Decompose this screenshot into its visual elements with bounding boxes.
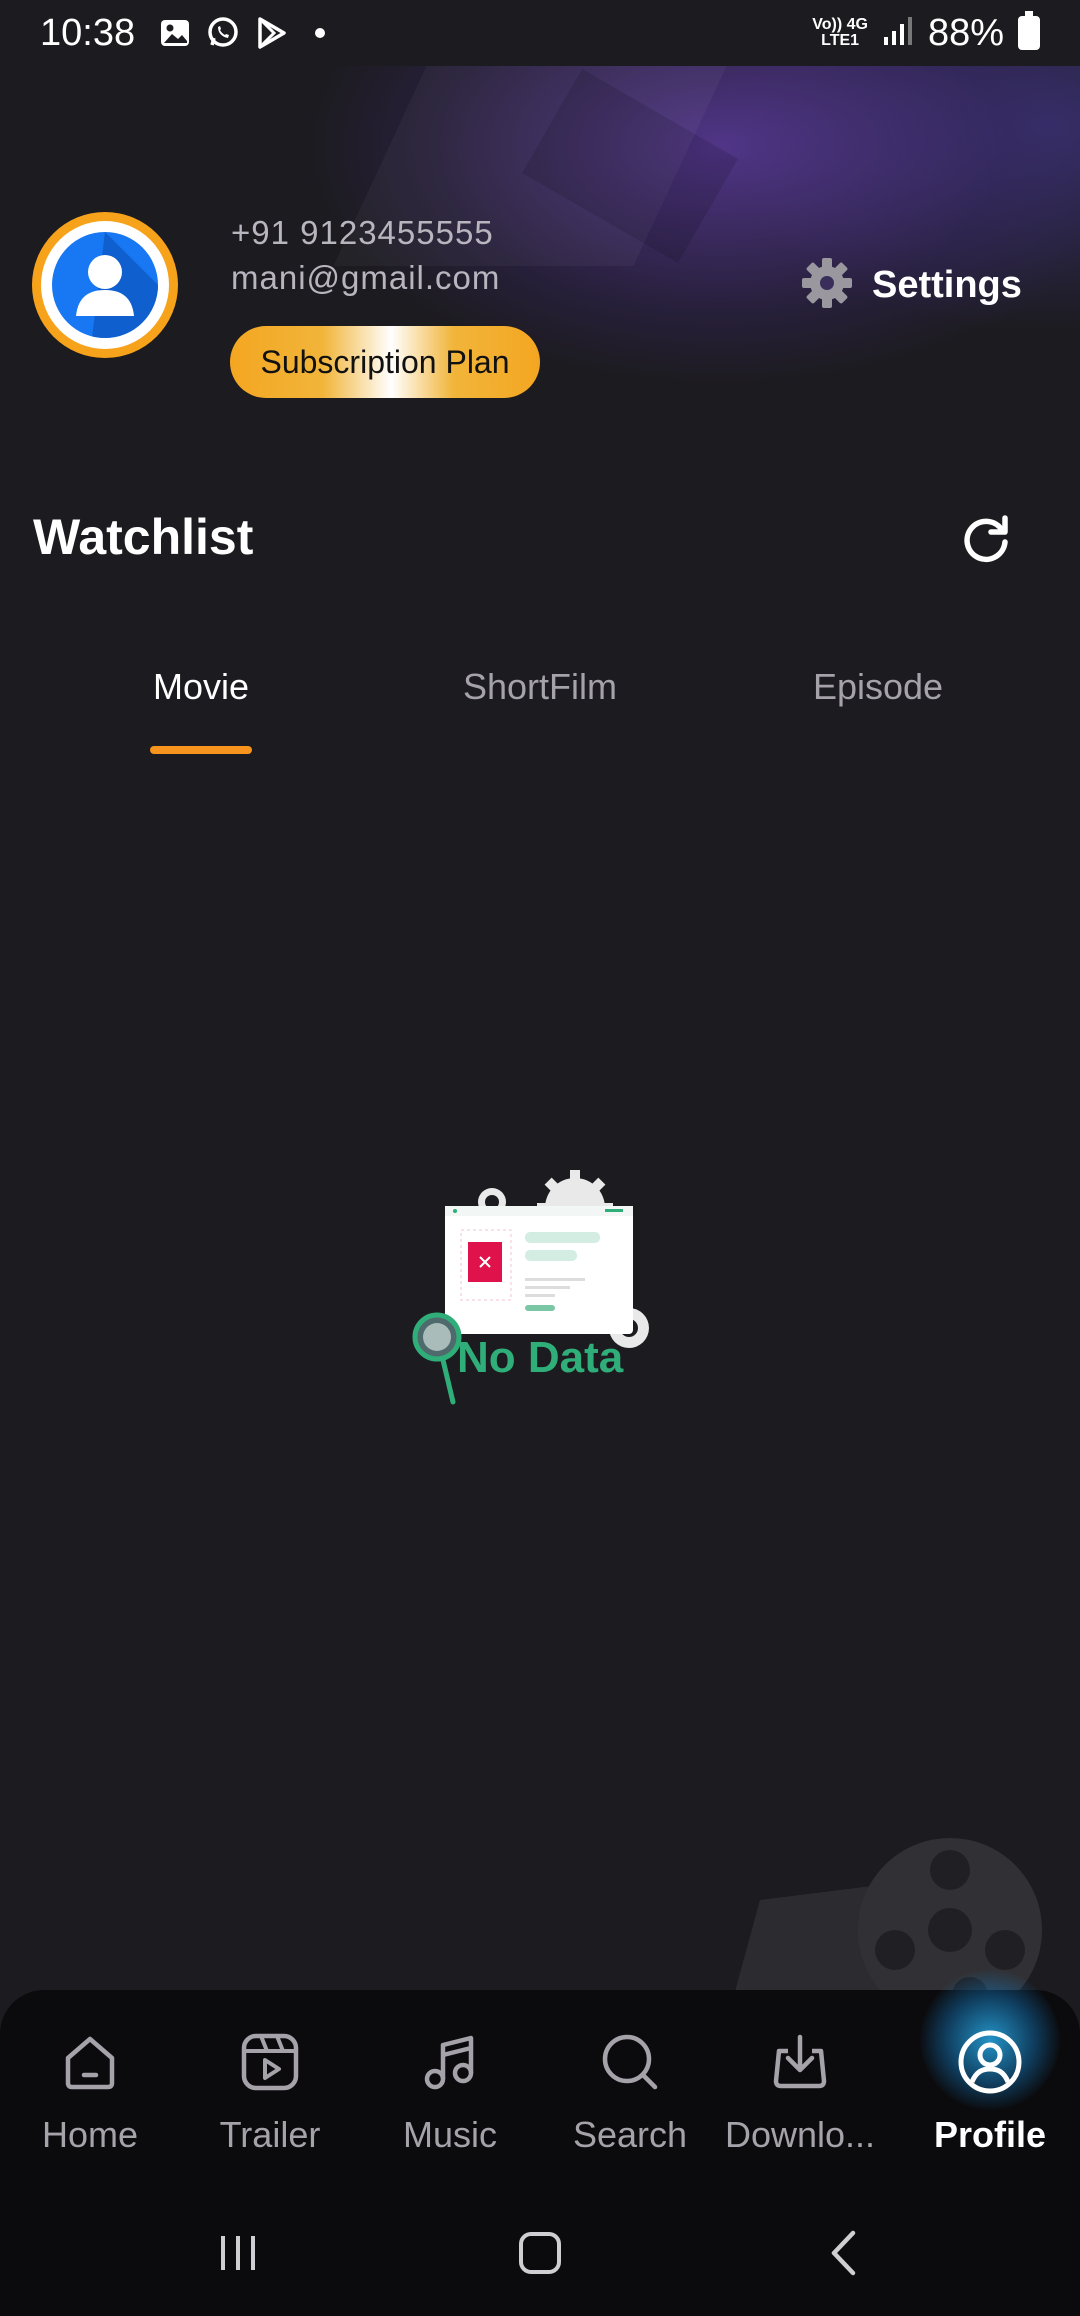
- music-icon: [416, 2028, 484, 2096]
- avatar[interactable]: [32, 212, 178, 358]
- no-data-text: No Data: [457, 1333, 624, 1382]
- whatsapp-notification-icon: [205, 15, 241, 51]
- system-home-button[interactable]: [505, 2218, 575, 2288]
- battery-percent: 88%: [927, 11, 1004, 54]
- battery-icon: [1018, 11, 1040, 50]
- back-chevron-icon: [831, 2230, 856, 2276]
- nav-download[interactable]: Downlo...: [710, 1990, 890, 2186]
- nav-home[interactable]: Home: [0, 1990, 180, 2186]
- system-navigation-bar: [0, 2186, 1080, 2316]
- profile-phone: +91 9123455555: [231, 214, 494, 251]
- watchlist-title: Watchlist: [33, 509, 254, 565]
- active-tab-indicator: [150, 746, 252, 754]
- gallery-notification-icon: [157, 15, 193, 51]
- nav-trailer[interactable]: Trailer: [180, 1990, 360, 2186]
- nav-music[interactable]: Music: [360, 1990, 540, 2186]
- signal-icon: [882, 15, 914, 52]
- more-notifications-dot: [315, 28, 326, 38]
- tab-episode[interactable]: Episode: [790, 666, 966, 708]
- refresh-icon: [964, 515, 1008, 563]
- trailer-icon: [236, 2028, 304, 2096]
- nav-profile[interactable]: Profile: [900, 1990, 1080, 2186]
- play-store-notification-icon: [253, 15, 289, 51]
- home-square-icon: [519, 2232, 561, 2274]
- recent-apps-button[interactable]: [203, 2218, 273, 2288]
- tab-shortfilm[interactable]: ShortFilm: [430, 666, 650, 708]
- gear-icon: [800, 256, 854, 315]
- nav-search[interactable]: Search: [540, 1990, 720, 2186]
- network-indicator: Vo)) 4G LTE1: [812, 16, 868, 49]
- status-time: 10:38: [40, 11, 136, 54]
- settings-button[interactable]: Settings: [800, 256, 1022, 315]
- user-icon: [52, 232, 158, 338]
- profile-icon: [956, 2028, 1024, 2096]
- home-icon: [56, 2028, 124, 2096]
- tab-movie[interactable]: Movie: [140, 666, 262, 708]
- recent-apps-icon: [221, 2236, 255, 2270]
- settings-label: Settings: [872, 264, 1022, 306]
- refresh-button[interactable]: [958, 512, 1014, 568]
- subscription-plan-button[interactable]: Subscription Plan: [230, 326, 540, 398]
- back-button[interactable]: [810, 2218, 880, 2288]
- search-icon: [596, 2028, 664, 2096]
- status-bar: 10:38 Vo)) 4G LTE1 88%: [0, 0, 1080, 66]
- profile-email: mani@gmail.com: [231, 259, 501, 296]
- download-icon: [766, 2028, 834, 2096]
